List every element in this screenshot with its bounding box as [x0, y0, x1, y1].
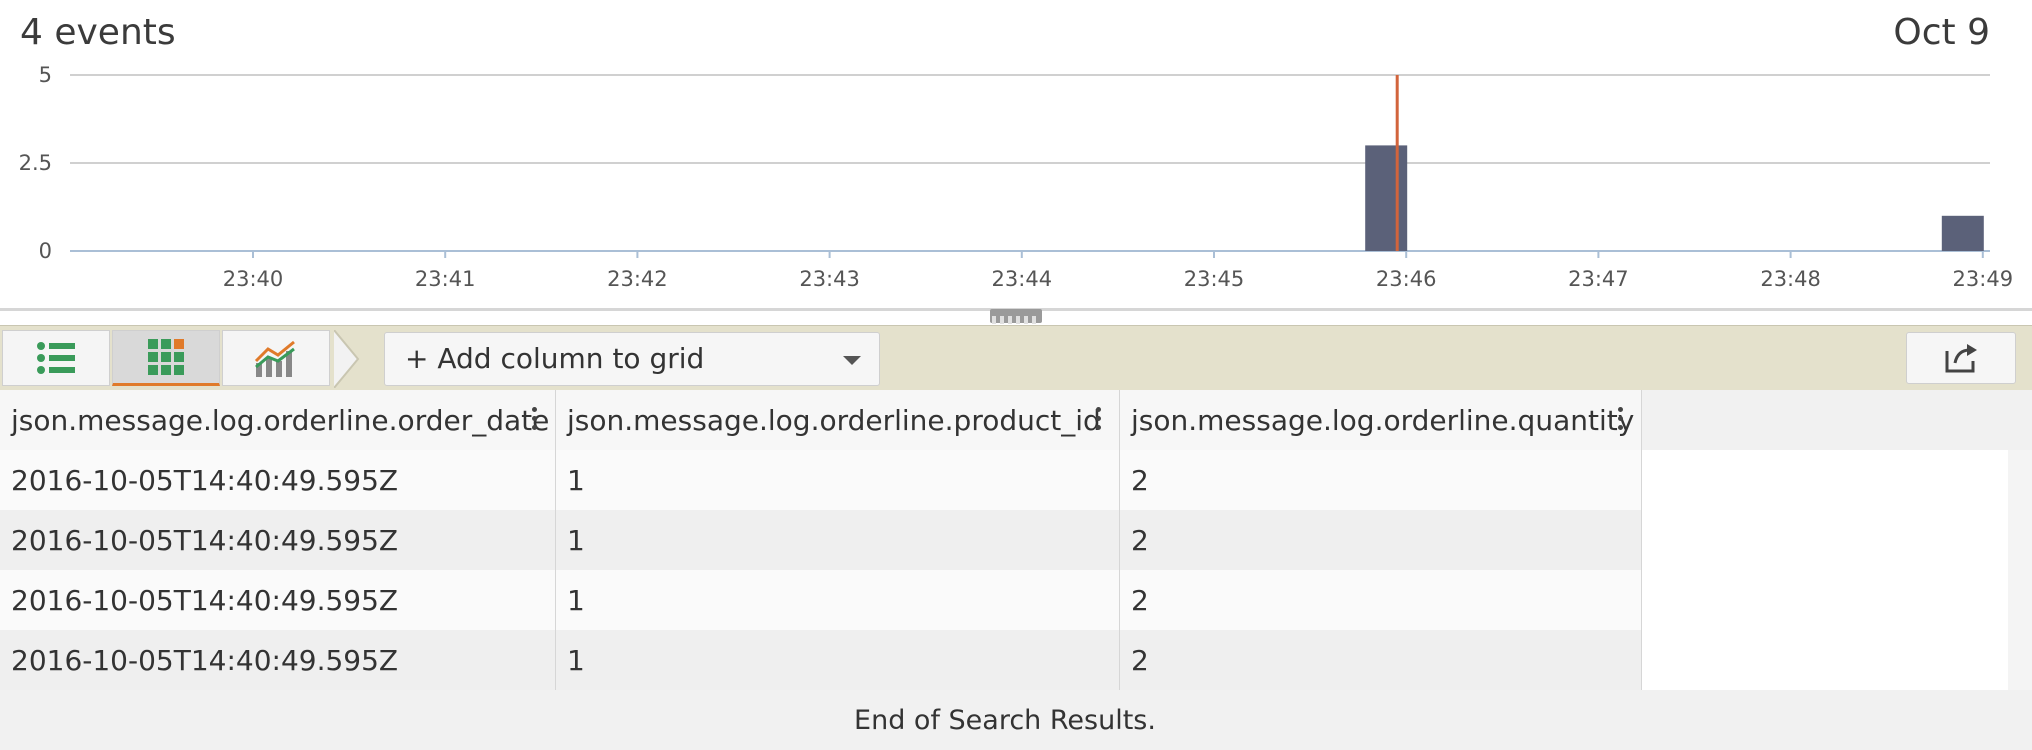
x-tick-label: 23:42: [607, 267, 668, 291]
list-view-button[interactable]: [2, 330, 110, 386]
vertical-scrollbar[interactable]: [2008, 450, 2032, 690]
chart-view-button[interactable]: [222, 330, 330, 386]
share-icon: [1945, 344, 1977, 373]
table-cell: 1: [556, 570, 1120, 630]
end-of-results-message: End of Search Results.: [0, 690, 2010, 750]
table-cell: 2: [1120, 570, 1642, 630]
column-header[interactable]: json.message.log.orderline.product_id: [556, 390, 1120, 450]
share-button[interactable]: [1906, 332, 2016, 384]
date-label: Oct 9: [1893, 12, 1990, 53]
table-cell: 2016-10-05T14:40:49.595Z: [0, 450, 556, 510]
timeline-panel: 4 events Oct 9 5 2.5 0 23:40 23:41 23:42 23:43…: [0, 0, 2032, 310]
x-tick-label: 23:43: [799, 267, 860, 291]
table-cell: 1: [556, 450, 1120, 510]
x-tick-label: 23:47: [1568, 267, 1629, 291]
table-cell: 2: [1120, 630, 1642, 690]
resize-handle[interactable]: [990, 309, 1042, 343]
chevron-down-icon: [843, 356, 861, 365]
table-row[interactable]: 2016-10-05T14:40:49.595Z 1 2: [0, 570, 1642, 630]
grid-empty-area: [1642, 450, 2008, 690]
chevron-right-icon: [334, 330, 360, 388]
column-header[interactable]: json.message.log.orderline.order_date: [0, 390, 556, 450]
column-menu-icon[interactable]: [532, 407, 537, 434]
grid-header-row: json.message.log.orderline.order_date js…: [0, 390, 1642, 451]
events-count: 4 events: [20, 12, 176, 53]
table-cell: 2016-10-05T14:40:49.595Z: [0, 630, 556, 690]
x-tick-label: 23:40: [223, 267, 284, 291]
column-header-label: json.message.log.orderline.order_date: [11, 403, 550, 437]
table-row[interactable]: 2016-10-05T14:40:49.595Z 1 2: [0, 450, 1642, 510]
table-cell: 2016-10-05T14:40:49.595Z: [0, 510, 556, 570]
column-header-label: json.message.log.orderline.quantity: [1131, 403, 1635, 437]
histogram-bar: [1365, 145, 1408, 251]
add-column-label: + Add column to grid: [405, 342, 705, 375]
table-row[interactable]: 2016-10-05T14:40:49.595Z 1 2: [0, 510, 1642, 570]
column-header-label: json.message.log.orderline.product_id: [567, 403, 1101, 437]
y-tick-label: 2.5: [19, 151, 52, 175]
x-tick-label: 23:49: [1953, 267, 2014, 291]
column-header[interactable]: json.message.log.orderline.quantity: [1120, 390, 1642, 450]
y-tick-label: 5: [39, 63, 52, 87]
results-grid: json.message.log.orderline.order_date js…: [0, 390, 2032, 750]
x-tick-label: 23:41: [415, 267, 476, 291]
chart-icon: [254, 340, 295, 377]
x-tick-label: 23:46: [1376, 267, 1437, 291]
column-menu-icon[interactable]: [1618, 407, 1623, 434]
x-tick-label: 23:44: [992, 267, 1053, 291]
x-tick-label: 23:45: [1184, 267, 1245, 291]
table-cell: 2: [1120, 450, 1642, 510]
table-cell: 1: [556, 630, 1120, 690]
grid-icon: [148, 339, 184, 375]
add-column-dropdown[interactable]: + Add column to grid: [384, 332, 880, 386]
table-cell: 1: [556, 510, 1120, 570]
results-toolbar: + Add column to grid: [0, 325, 2032, 392]
histogram-chart[interactable]: 5 2.5 0 23:40 23:41 23:42 23:43 23:44 23:45 23:46…: [0, 55, 2032, 295]
y-tick-label: 0: [39, 239, 52, 263]
grid-view-button[interactable]: [112, 330, 220, 386]
list-icon: [37, 342, 75, 374]
table-cell: 2: [1120, 510, 1642, 570]
table-cell: 2016-10-05T14:40:49.595Z: [0, 570, 556, 630]
x-tick-label: 23:48: [1760, 267, 1821, 291]
table-row[interactable]: 2016-10-05T14:40:49.595Z 1 2: [0, 630, 1642, 690]
column-menu-icon[interactable]: [1096, 407, 1101, 434]
histogram-bar: [1941, 215, 1984, 251]
